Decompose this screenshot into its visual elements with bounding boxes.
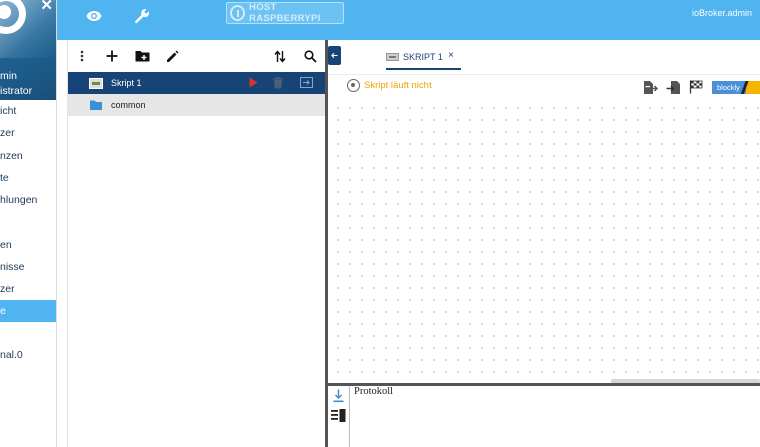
sidebar-item-events[interactable]: nisse [0,256,56,278]
tree-item-folder[interactable]: common [68,94,326,116]
sidebar-item-enumerations[interactable]: hlungen [0,189,56,211]
collapse-tree-button[interactable] [328,46,341,65]
tree-toolbar [68,40,326,72]
status-text: Skript läuft nicht [364,80,432,91]
tree-item-script[interactable]: Skript 1 [68,72,326,94]
log-list-icon[interactable] [331,409,346,427]
sidebar-item-logs[interactable]: en [0,234,56,256]
folder-icon [90,100,102,112]
wrench-icon[interactable] [131,5,153,27]
blockly-workspace[interactable] [328,98,760,383]
sidebar-item-terminal[interactable]: nal.0 [0,344,56,366]
script-tree-panel: Skript 1 common [67,40,326,447]
tree-item-label: common [111,100,146,110]
log-title: Protokoll [354,386,394,397]
log-sidebar [328,386,350,447]
host-label: HOST RASPBERRYPI [249,2,321,24]
export-icon[interactable] [300,77,313,90]
script-icon [386,53,399,61]
add-folder-icon[interactable] [133,47,151,65]
app-bar: HOST RASPBERRYPI ioBroker.admin [57,0,760,40]
sidebar-item-users[interactable]: zer [0,278,56,300]
target-icon[interactable] [347,79,360,92]
sidebar-item-adapters[interactable]: zer [0,122,56,144]
more-vert-icon[interactable] [73,47,91,65]
tree-item-label: Skript 1 [111,78,142,88]
user-label[interactable]: ioBroker.admin [692,8,752,18]
import-file-icon[interactable] [665,79,681,95]
script-status: Skript läuft nicht [347,79,432,92]
script-icon [89,77,103,89]
add-icon[interactable] [103,47,121,65]
host-selector[interactable]: HOST RASPBERRYPI [226,2,344,24]
close-tab-icon[interactable]: × [448,50,454,61]
sidebar-item-overview[interactable]: icht [0,100,56,122]
delete-icon[interactable] [273,77,283,91]
tab-label: SKRIPT 1 [403,52,443,62]
drawer-close-icon[interactable]: ✕ [40,0,53,13]
checkered-flag-icon[interactable] [688,79,704,95]
log-panel: Protokoll [350,386,760,447]
app-drawer: ✕ min istrator icht zer nzen te hlungen … [0,0,57,447]
scroll-down-icon[interactable] [333,389,344,408]
drawer-user-role: istrator [0,85,33,97]
play-icon[interactable] [249,77,258,90]
sidebar-item-objects[interactable]: te [0,167,56,189]
power-icon [230,5,246,21]
editor-tabs: SKRIPT 1 × [328,40,760,74]
search-icon[interactable] [301,47,319,65]
export-file-icon[interactable] [642,79,658,95]
drawer-user: min istrator [0,69,32,99]
editor-toolbar: Skript läuft nicht blockly [328,74,760,98]
sort-icon[interactable] [271,47,289,65]
edit-icon[interactable] [163,47,181,65]
eye-icon[interactable] [83,5,105,27]
engine-badge: blockly [712,81,760,94]
drawer-header: ✕ min istrator [0,0,56,100]
drawer-user-name: min [0,70,17,82]
sidebar-item-scripts[interactable]: e [0,300,56,322]
sidebar-item-instances[interactable]: nzen [0,145,56,167]
